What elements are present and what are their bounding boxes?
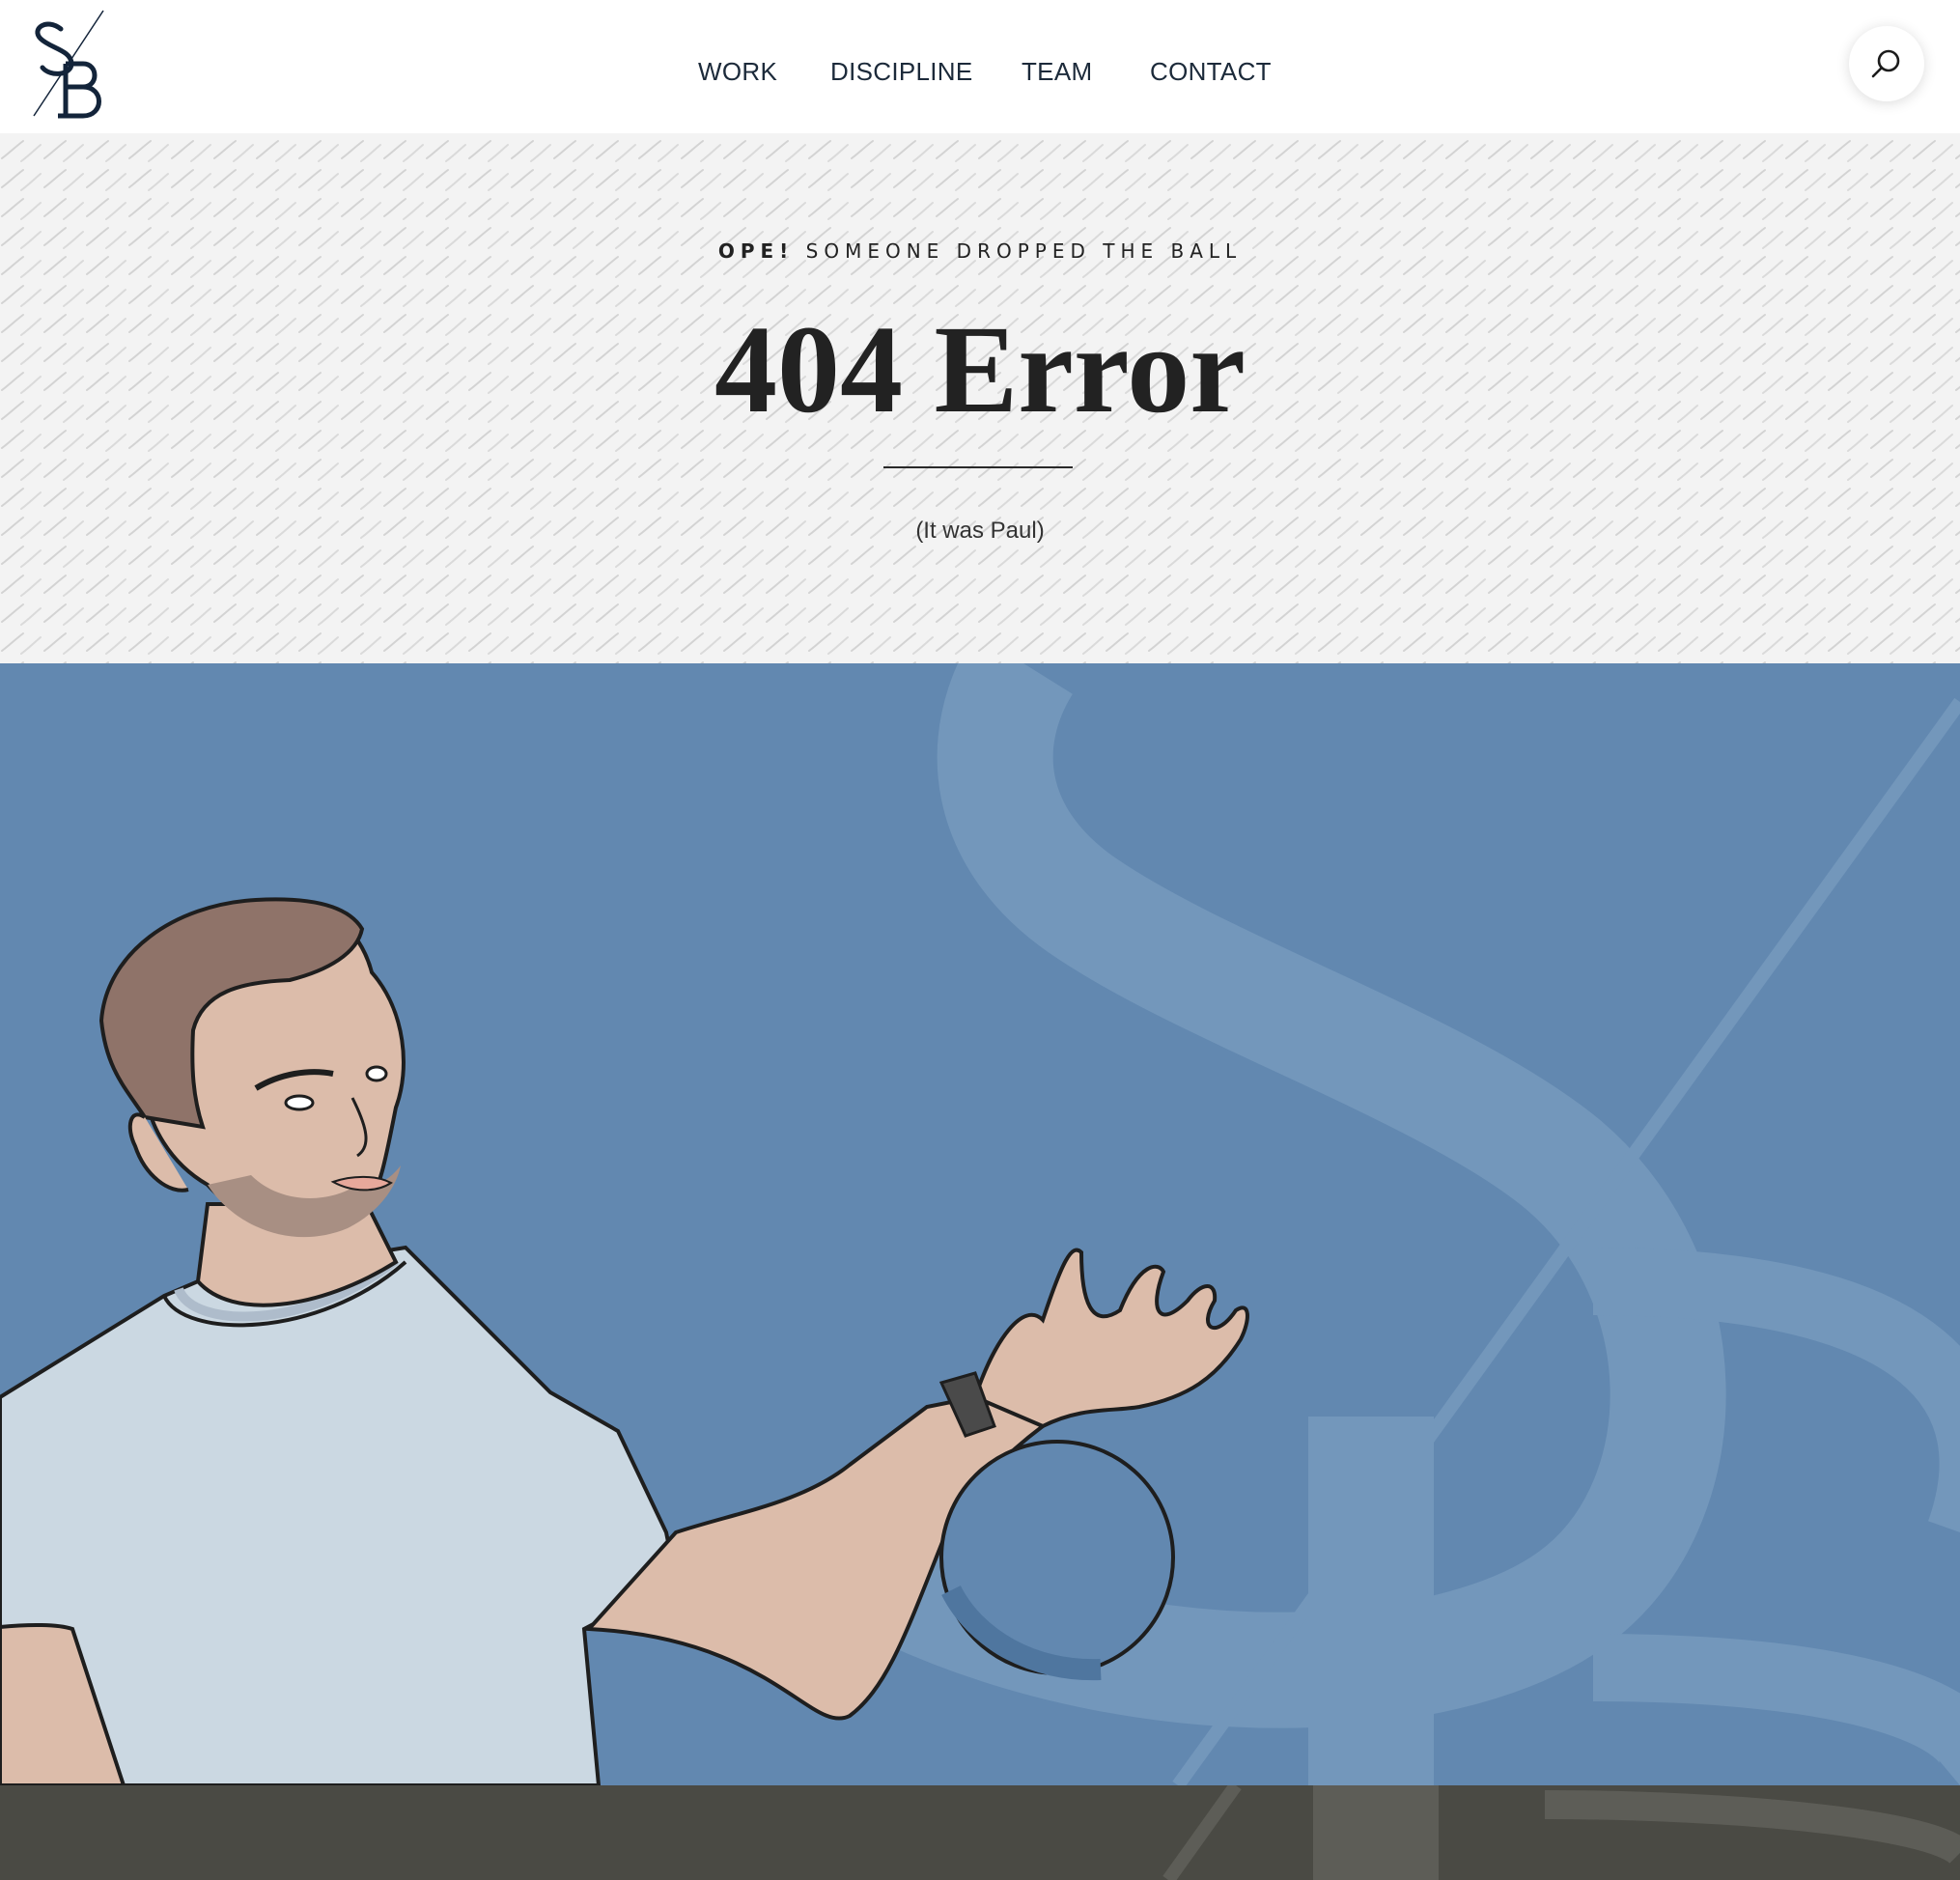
eyebrow-text: SOMEONE DROPPED THE BALL [794,239,1243,263]
nav-work[interactable]: WORK [698,48,777,95]
main-nav: WORK DISCIPLINE TEAM CONTACT [0,48,1960,95]
error-eyebrow: OPE! SOMEONE DROPPED THE BALL [0,239,1960,263]
nav-discipline[interactable]: DISCIPLINE [830,48,973,95]
eyebrow-bold: OPE! [717,239,795,263]
nav-contact[interactable]: CONTACT [1150,48,1272,95]
page-title: 404 Error [714,300,1246,439]
t-shirt [0,1245,679,1785]
search-button[interactable] [1849,26,1924,101]
open-hand [972,1248,1249,1429]
footer-monogram [1162,1785,1960,1880]
title-divider [883,466,1073,468]
eye [284,1094,315,1111]
search-icon [1871,49,1900,78]
dropped-ball-illustration [0,663,1960,1785]
site-header: WORK DISCIPLINE TEAM CONTACT [0,0,1960,133]
illustration-panel [0,663,1960,1785]
nav-team[interactable]: TEAM [1022,48,1092,95]
error-subtitle: (It was Paul) [915,518,1045,544]
eye [365,1065,388,1082]
site-footer [0,1785,1960,1880]
error-hero: OPE! SOMEONE DROPPED THE BALL 404 Error … [0,133,1960,663]
